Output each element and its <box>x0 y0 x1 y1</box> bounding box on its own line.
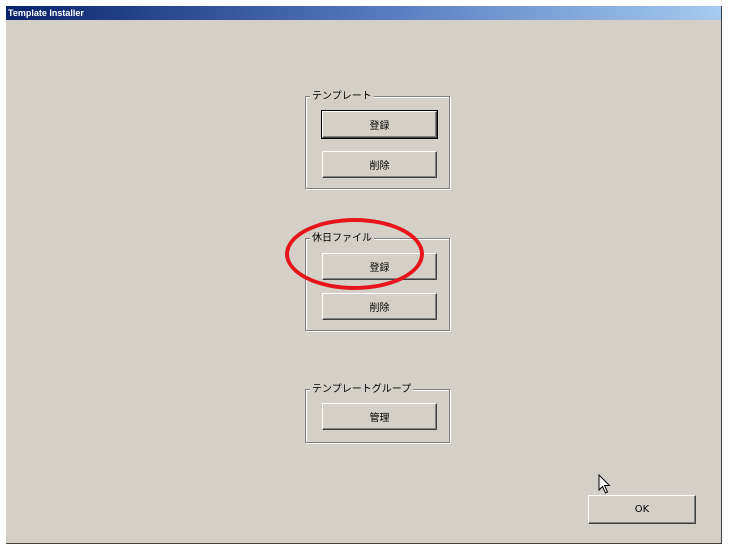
template-group-group-label: テンプレートグループ <box>310 383 414 396</box>
template-delete-button[interactable]: 削除 <box>322 151 437 178</box>
mouse-pointer-icon <box>598 474 611 494</box>
template-group-label: テンプレート <box>310 90 374 103</box>
holiday-file-delete-button[interactable]: 削除 <box>322 293 437 320</box>
template-register-button[interactable]: 登録 <box>321 110 438 139</box>
ok-button[interactable]: OK <box>588 495 696 524</box>
template-group-manage-button[interactable]: 管理 <box>322 403 437 430</box>
red-highlight-circle <box>285 218 424 290</box>
window-title: Template Installer <box>6 6 721 20</box>
